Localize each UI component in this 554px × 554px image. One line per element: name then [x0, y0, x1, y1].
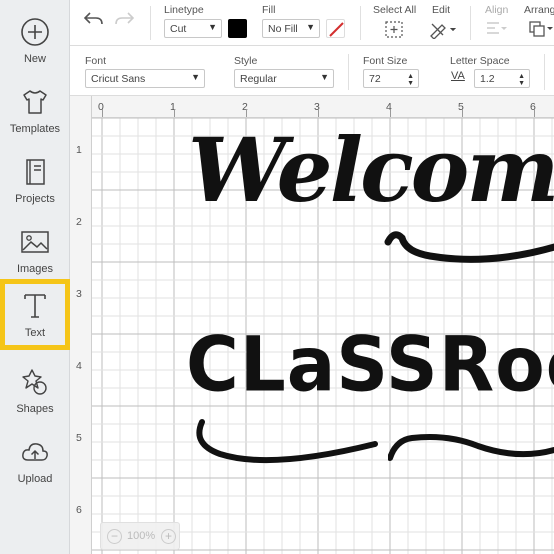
letter-space-stepper[interactable]: 1.2 ▲ ▼: [474, 69, 530, 88]
font-select[interactable]: Cricut Sans ▼: [85, 69, 205, 88]
sidebar-item-label: Projects: [15, 193, 55, 205]
font-value: Cricut Sans: [91, 73, 146, 85]
letter-space-icon: VA: [451, 70, 465, 82]
sidebar-item-text[interactable]: Text: [0, 279, 70, 350]
edit-tools-icon[interactable]: [428, 20, 458, 44]
no-fill-icon: [329, 22, 344, 37]
letter-space-value: 1.2: [480, 73, 495, 85]
fill-value: No Fill: [268, 23, 298, 35]
ruler-left: 1 2 3 4 5 6: [70, 96, 92, 554]
style-select[interactable]: Regular ▼: [234, 69, 334, 88]
redo-icon[interactable]: [114, 10, 136, 33]
sidebar-item-projects[interactable]: Projects: [0, 148, 70, 214]
align-icon[interactable]: [485, 20, 509, 43]
divider: [544, 54, 545, 90]
sidebar-item-label: Text: [24, 327, 46, 339]
text-classroom[interactable]: CLaSSRoom: [186, 326, 554, 402]
classroom-swash-left: [196, 419, 378, 464]
edit-toolbar: Linetype Cut ▼ Fill No Fill ▼ Select All…: [70, 0, 554, 46]
sidebar-item-shapes[interactable]: Shapes: [0, 358, 70, 424]
select-all-label: Select All: [373, 4, 417, 16]
linetype-select[interactable]: Cut ▼: [164, 19, 222, 38]
undo-icon[interactable]: [82, 10, 104, 33]
ruler-tick: [174, 109, 175, 117]
no-fill-swatch[interactable]: [326, 19, 345, 38]
design-canvas[interactable]: 0123456 1 2 3 4 5 6 Welcome CLaSSRoom − 100% …: [70, 96, 554, 554]
linetype-color-swatch[interactable]: [228, 19, 247, 38]
ruler-left-number: 2: [76, 216, 82, 228]
sidebar-item-label: Upload: [17, 473, 53, 485]
edit-label: Edit: [432, 4, 451, 16]
ruler-left-number: 5: [76, 432, 82, 444]
shapes-icon: [22, 369, 47, 395]
zoom-out-button[interactable]: −: [107, 529, 122, 544]
welcome-swash: [384, 231, 554, 263]
ruler-tick: [390, 109, 391, 117]
fill-label: Fill: [262, 4, 276, 16]
select-all-icon[interactable]: [384, 20, 404, 44]
ruler-left-number: 4: [76, 360, 82, 372]
sidebar-item-new[interactable]: New: [0, 8, 70, 74]
plus-circle-icon: [21, 18, 49, 46]
tshirt-icon: [23, 90, 47, 114]
ruler-tick: [102, 109, 103, 117]
sidebar-item-images[interactable]: Images: [0, 218, 70, 284]
divider: [360, 6, 361, 40]
ruler-left-number: 6: [76, 504, 82, 516]
sidebar-item-label: New: [23, 53, 46, 65]
sidebar-item-label: Images: [16, 263, 54, 275]
stepper-arrows-icon[interactable]: ▲ ▼: [407, 73, 414, 87]
ruler-top: 0123456: [70, 96, 554, 118]
book-icon: [26, 159, 45, 185]
arrange-icon[interactable]: [528, 20, 554, 43]
cloud-upload-icon: [22, 443, 48, 461]
chevron-down-icon: ▼: [191, 72, 200, 82]
left-sidebar: New Templates Projects Images Text Shape…: [0, 0, 70, 554]
font-label: Font: [85, 55, 107, 67]
chevron-down-icon: ▼: [208, 22, 217, 32]
style-label: Style: [234, 55, 258, 67]
chevron-down-icon: ▼: [306, 22, 315, 32]
style-value: Regular: [240, 73, 277, 85]
divider: [470, 6, 471, 40]
divider: [150, 6, 151, 40]
linetype-value: Cut: [170, 23, 187, 35]
fill-select[interactable]: No Fill ▼: [262, 19, 320, 38]
sidebar-item-upload[interactable]: Upload: [0, 428, 70, 494]
stepper-arrows-icon[interactable]: ▲ ▼: [518, 73, 525, 87]
ruler-tick: [318, 109, 319, 117]
sidebar-item-templates[interactable]: Templates: [0, 78, 70, 144]
text-toolbar: Font Cricut Sans ▼ Style Regular ▼ Font …: [70, 46, 554, 96]
font-size-label: Font Size: [363, 55, 408, 67]
letter-space-label: Letter Space: [450, 55, 510, 67]
font-size-stepper[interactable]: 72 ▲ ▼: [363, 69, 419, 88]
ruler-left-number: 1: [76, 144, 82, 156]
image-icon: [21, 231, 49, 253]
ruler-tick: [534, 109, 535, 117]
chevron-down-icon: ▼: [320, 72, 329, 82]
ruler-left-number: 3: [76, 288, 82, 300]
sidebar-item-label: Templates: [9, 123, 61, 135]
zoom-in-button[interactable]: +: [161, 529, 176, 544]
classroom-swash-right: [388, 434, 554, 461]
text-t-icon: [24, 294, 46, 318]
zoom-control: − 100% +: [100, 522, 180, 550]
zoom-value: 100%: [127, 530, 156, 542]
linetype-label: Linetype: [164, 4, 204, 16]
divider: [348, 54, 349, 90]
align-label: Align: [485, 4, 509, 16]
ruler-tick: [246, 109, 247, 117]
ruler-tick: [462, 109, 463, 117]
text-welcome[interactable]: Welcome: [188, 126, 554, 214]
sidebar-item-label: Shapes: [16, 403, 54, 415]
arrange-label: Arrang: [524, 4, 554, 16]
font-size-value: 72: [369, 73, 381, 85]
